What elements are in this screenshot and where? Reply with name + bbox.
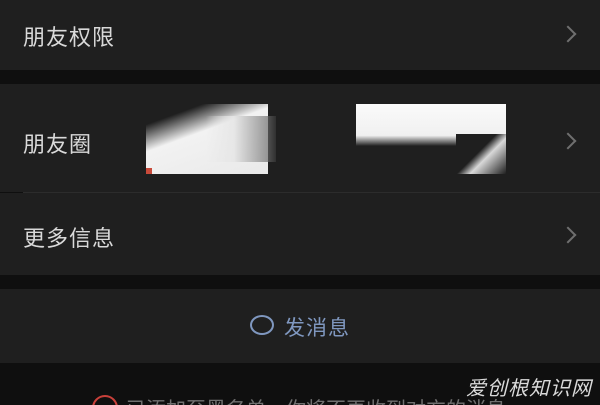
friend-permissions-row[interactable]: 朋友权限 bbox=[0, 0, 600, 70]
warning-icon bbox=[92, 395, 118, 405]
send-message-content: 发消息 bbox=[0, 312, 600, 342]
moments-thumbnail-blur bbox=[206, 116, 276, 162]
moments-thumbnails bbox=[146, 104, 506, 174]
contact-profile-screen: 朋友权限 朋友圈 更多信息 发消息 已添加至黑名单，你将不再收到对方的消息 爱创… bbox=[0, 0, 600, 405]
send-message-button[interactable]: 发消息 bbox=[0, 289, 600, 363]
send-message-label: 发消息 bbox=[284, 316, 350, 340]
chevron-right-icon bbox=[559, 132, 577, 150]
moments-label: 朋友圈 bbox=[23, 133, 93, 158]
moments-row[interactable]: 朋友圈 bbox=[0, 84, 600, 192]
watermark: 爱创根知识网 bbox=[466, 376, 592, 400]
moments-thumbnail bbox=[356, 104, 506, 174]
friend-permissions-label: 朋友权限 bbox=[23, 26, 116, 51]
more-info-row[interactable]: 更多信息 bbox=[0, 193, 600, 275]
chat-bubble-icon bbox=[250, 315, 274, 335]
more-info-label: 更多信息 bbox=[23, 227, 116, 252]
chevron-right-icon bbox=[559, 226, 577, 244]
blacklist-notice-text: 已添加至黑名单，你将不再收到对方的消息 bbox=[126, 393, 506, 405]
chevron-right-icon bbox=[559, 25, 577, 43]
